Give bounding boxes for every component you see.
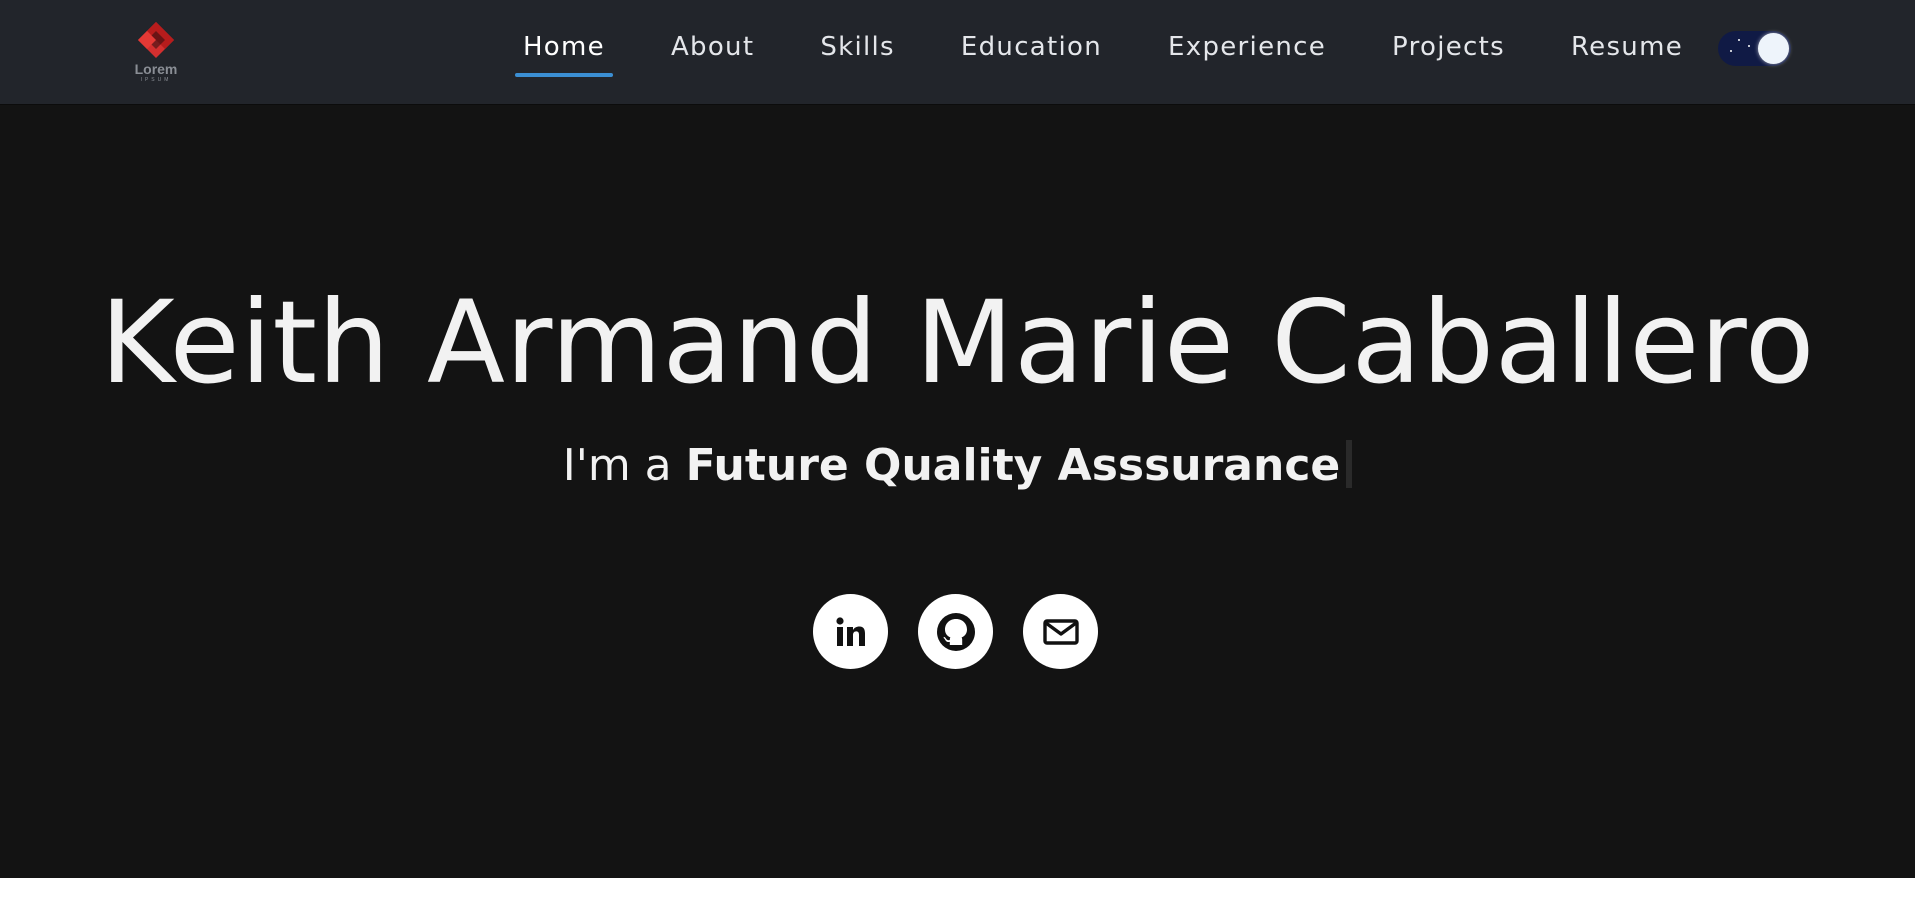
site-logo[interactable]: Lorem IPSUM	[128, 20, 184, 86]
hero-tagline: I'm a Future Quality Asssurance	[0, 436, 1915, 496]
github-icon	[936, 612, 975, 651]
github-button[interactable]	[918, 594, 993, 669]
nav-item-resume[interactable]: Resume	[1563, 27, 1691, 67]
typing-cursor	[1346, 440, 1353, 488]
star-icon	[1730, 50, 1732, 52]
hero-name: Keith Armand Marie Caballero	[99, 276, 1816, 409]
tagline-prefix: I'm a	[562, 440, 672, 491]
tagline-role: Future Quality Asssurance	[685, 440, 1341, 491]
logo-subtext: IPSUM	[140, 77, 172, 83]
navbar: Lorem IPSUM Home About Skills Education …	[0, 0, 1915, 104]
theme-toggle[interactable]	[1718, 31, 1791, 66]
logo-wordmark: Lorem	[134, 61, 178, 77]
linkedin-icon	[835, 616, 865, 646]
nav-item-about[interactable]: About	[663, 27, 762, 67]
page-below-fold	[0, 878, 1915, 919]
mail-icon	[1042, 618, 1079, 645]
nav-item-home[interactable]: Home	[514, 27, 613, 77]
nav-item-skills[interactable]: Skills	[812, 27, 903, 67]
social-links	[813, 594, 1098, 669]
email-button[interactable]	[1023, 594, 1098, 669]
nav-links: Home About Skills Education Experience P…	[465, 0, 1691, 94]
nav-item-projects[interactable]: Projects	[1384, 27, 1513, 67]
star-icon	[1738, 39, 1740, 41]
moon-toggle-icon	[1758, 33, 1789, 64]
nav-item-education[interactable]: Education	[953, 27, 1110, 67]
hero-section: Keith Armand Marie Caballero I'm a Futur…	[0, 104, 1915, 878]
linkedin-button[interactable]	[813, 594, 888, 669]
portfolio-page: Lorem IPSUM Home About Skills Education …	[0, 0, 1915, 919]
star-icon	[1748, 45, 1750, 47]
logo-icon	[138, 22, 174, 58]
nav-item-experience[interactable]: Experience	[1160, 27, 1334, 67]
